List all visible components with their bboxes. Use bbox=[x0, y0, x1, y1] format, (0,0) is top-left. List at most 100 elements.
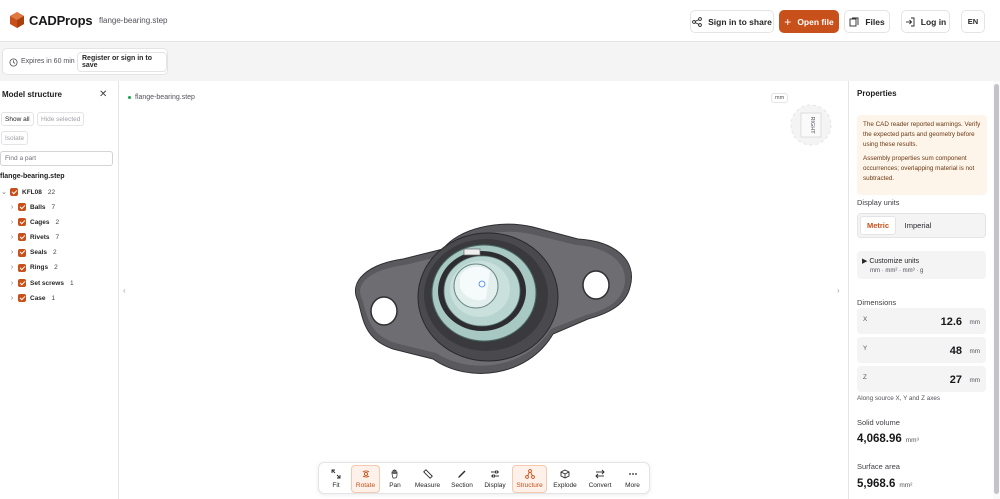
3d-viewport[interactable]: flange-bearing.step mm RIGHT ‹ › bbox=[119, 81, 848, 499]
properties-panel: Properties The CAD reader reported warni… bbox=[848, 81, 993, 499]
tool-rotate[interactable]: Rotate bbox=[351, 465, 380, 493]
tree-row-label: Rivets bbox=[30, 233, 50, 241]
visibility-checkbox[interactable] bbox=[18, 203, 26, 211]
properties-title: Properties bbox=[857, 89, 897, 98]
tree-row-item[interactable]: › Balls 7 bbox=[8, 201, 55, 213]
visibility-checkbox[interactable] bbox=[18, 248, 26, 257]
find-part-input[interactable] bbox=[0, 151, 113, 166]
visibility-checkbox[interactable] bbox=[18, 233, 26, 242]
login-icon bbox=[905, 17, 915, 26]
dimensions-label: Dimensions bbox=[857, 298, 897, 307]
close-icon[interactable]: ✕ bbox=[99, 89, 107, 100]
chevron-right-icon[interactable]: › bbox=[8, 219, 16, 226]
tree-row-item[interactable]: › Seals 2 bbox=[8, 247, 57, 259]
surface-area-number: 5,968.6 bbox=[857, 478, 896, 490]
tool-label: Rotate bbox=[355, 482, 376, 489]
show-all-button[interactable]: Show all bbox=[1, 112, 34, 126]
hide-selected-button[interactable]: Hide selected bbox=[37, 112, 85, 126]
open-file-label: Open file bbox=[797, 16, 834, 27]
bearing-model bbox=[354, 223, 632, 374]
surface-area-label: Surface area bbox=[857, 462, 900, 471]
tool-more[interactable]: More bbox=[619, 465, 646, 493]
customize-units[interactable]: ▶ Customize units mm · mm² · mm³ · g bbox=[857, 251, 986, 279]
structure-icon bbox=[524, 469, 535, 479]
tool-explode[interactable]: Explode bbox=[550, 465, 580, 493]
collapse-left-icon[interactable]: ‹ bbox=[123, 286, 126, 295]
unit-badge: mm bbox=[771, 93, 789, 103]
collapse-right-icon[interactable]: › bbox=[837, 286, 840, 295]
register-button[interactable]: Register or sign in to save bbox=[77, 52, 167, 72]
tool-measure[interactable]: Measure bbox=[411, 465, 444, 493]
visibility-checkbox[interactable] bbox=[18, 294, 26, 303]
tree-row-assembly[interactable]: ⌄ KFL08 22 bbox=[0, 186, 55, 198]
visibility-checkbox[interactable] bbox=[18, 279, 26, 287]
panel-title: Model structure bbox=[2, 90, 63, 99]
sign-in-to-share-button[interactable]: Sign in to share bbox=[690, 10, 774, 33]
tree-row-item[interactable]: › Rings 2 bbox=[8, 262, 58, 274]
share-icon bbox=[692, 16, 702, 27]
solid-volume-unit: mm³ bbox=[905, 437, 919, 444]
tree-row-label: Case bbox=[30, 294, 46, 302]
tool-convert[interactable]: Convert bbox=[584, 465, 616, 493]
tree-row-count: 7 bbox=[51, 203, 56, 211]
log-in-button[interactable]: Log in bbox=[901, 10, 950, 33]
ruler-icon bbox=[422, 469, 433, 479]
hand-icon bbox=[391, 469, 398, 479]
tree-row-item[interactable]: › Cages 2 bbox=[8, 216, 59, 228]
tree-row-label: Balls bbox=[30, 203, 46, 211]
chevron-right-icon[interactable]: › bbox=[8, 234, 16, 241]
chevron-right-icon[interactable]: › bbox=[8, 280, 16, 287]
tree-row-item[interactable]: › Case 1 bbox=[8, 292, 55, 304]
display-units-label: Display units bbox=[857, 198, 900, 207]
warning-text: The CAD reader reported warnings. Verify… bbox=[863, 121, 981, 148]
dimension-axis: Z bbox=[863, 374, 867, 381]
metric-option[interactable]: Metric bbox=[860, 216, 896, 235]
chevron-right-icon[interactable]: › bbox=[8, 204, 16, 211]
dimension-value: 12.6 bbox=[940, 316, 962, 328]
surface-area-unit: mm² bbox=[899, 482, 913, 489]
tree-row-count: 2 bbox=[54, 264, 58, 272]
language-button[interactable]: EN bbox=[961, 10, 985, 33]
dimension-unit: mm bbox=[969, 377, 981, 384]
tree-row-item[interactable]: › Set screws 1 bbox=[8, 277, 74, 289]
tool-display[interactable]: Display bbox=[480, 465, 510, 493]
tool-pan[interactable]: Pan bbox=[382, 465, 408, 493]
customize-units-summary: mm · mm² · mm³ · g bbox=[870, 268, 924, 274]
sliders-icon bbox=[491, 470, 499, 478]
dimension-axis: X bbox=[863, 316, 868, 323]
tool-label: Explode bbox=[553, 482, 577, 489]
scrollbar-thumb[interactable] bbox=[994, 84, 999, 494]
tree-row-label: Seals bbox=[30, 249, 47, 257]
chevron-right-icon[interactable]: › bbox=[8, 264, 16, 271]
tree-row-count: 2 bbox=[55, 218, 60, 226]
tree-row-item[interactable]: › Rivets 7 bbox=[8, 231, 59, 243]
tree-row-count: 1 bbox=[51, 294, 56, 302]
logo[interactable]: CADProps bbox=[10, 12, 93, 28]
chevron-right-icon[interactable]: › bbox=[8, 295, 16, 302]
chevron-down-icon[interactable]: ⌄ bbox=[0, 188, 8, 196]
visibility-checkbox[interactable] bbox=[10, 188, 18, 196]
view-cube[interactable]: RIGHT bbox=[789, 103, 833, 147]
files-button[interactable]: Files bbox=[844, 10, 890, 33]
tree-row-label: Cages bbox=[30, 218, 50, 226]
tree-row-label: KFL08 bbox=[22, 188, 42, 196]
tool-fit[interactable]: Fit bbox=[323, 465, 349, 493]
tree-row-label: Rings bbox=[30, 264, 49, 272]
isolate-button[interactable]: Isolate bbox=[1, 131, 29, 145]
tool-structure[interactable]: Structure bbox=[512, 465, 547, 493]
session-banner: Expires in 60 min Register or sign in to… bbox=[2, 48, 168, 75]
expires-text: Expires in 60 min bbox=[21, 58, 75, 65]
tool-section[interactable]: Section bbox=[447, 465, 477, 493]
dimension-unit: mm bbox=[969, 319, 981, 326]
chevron-right-icon[interactable]: › bbox=[8, 249, 16, 256]
view-cube-face-label: RIGHT bbox=[809, 116, 815, 134]
visibility-checkbox[interactable] bbox=[18, 263, 26, 272]
imperial-option[interactable]: Imperial bbox=[898, 216, 938, 235]
dimension-row: Y 48 mm bbox=[857, 337, 986, 363]
tool-label: Pan bbox=[389, 482, 401, 489]
tool-label: Display bbox=[484, 482, 506, 489]
visibility-checkbox[interactable] bbox=[18, 218, 26, 227]
open-file-button[interactable]: + Open file bbox=[779, 10, 839, 33]
viewport-file-name: flange-bearing.step bbox=[135, 94, 195, 101]
status-dot bbox=[128, 96, 131, 99]
